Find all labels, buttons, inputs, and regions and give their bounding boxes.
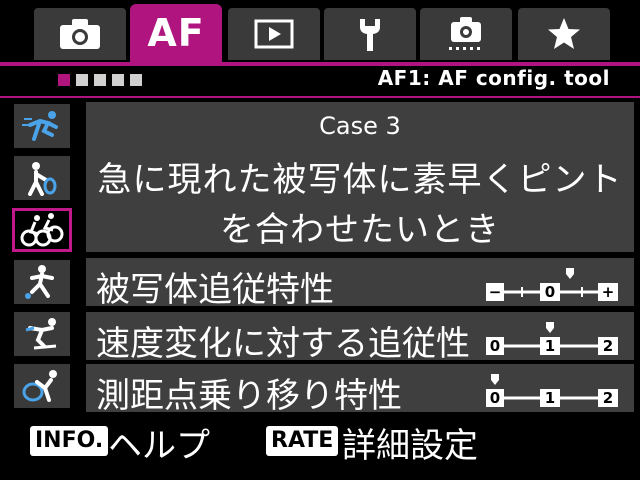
wrench-icon — [360, 19, 380, 51]
custom-camera-icon — [449, 17, 481, 50]
scale-label-max: 2 — [603, 389, 613, 407]
page-dot-1 — [58, 74, 70, 86]
case-item-2[interactable] — [14, 156, 70, 200]
skier-icon — [25, 318, 57, 350]
tab-shooting[interactable] — [34, 8, 126, 60]
page-dot-5 — [130, 74, 142, 86]
page-indicator — [58, 74, 142, 86]
subheader-divider — [0, 96, 640, 98]
param-af-pt-auto-switching[interactable]: 測距点乗り移り特性 0 1 2 — [86, 364, 634, 416]
info-button-badge[interactable]: INFO. — [30, 426, 109, 456]
play-icon — [254, 19, 294, 49]
tab-my-menu[interactable] — [518, 8, 610, 60]
tennis-player-icon — [28, 162, 57, 196]
accel-decel-tracking-scale: 0 1 2 — [486, 322, 618, 355]
soccer-player-icon — [25, 265, 54, 299]
camera-icon — [60, 19, 100, 49]
tab-af-label: AF — [147, 11, 205, 55]
page-dot-3 — [94, 74, 106, 86]
case-description-line-2: を合わせたいとき — [220, 210, 500, 250]
detail-settings-label: 詳細設定 — [342, 426, 478, 466]
param-label: 被写体追従特性 — [96, 270, 334, 310]
page-dot-4 — [112, 74, 124, 86]
value-marker — [566, 268, 574, 279]
scale-label-mid: 0 — [545, 283, 555, 301]
scale-label-min: 0 — [490, 337, 500, 355]
param-label: 速度変化に対する追従性 — [96, 324, 470, 364]
scale-label-max: 2 — [603, 337, 613, 355]
cyclists-icon — [20, 213, 64, 247]
param-tracking-sensitivity[interactable]: 被写体追従特性 − 0 + — [86, 258, 634, 310]
param-accel-decel-tracking[interactable]: 速度変化に対する追従性 0 1 2 — [86, 312, 634, 364]
case-name: Case 3 — [319, 112, 401, 140]
value-marker — [491, 374, 499, 385]
case-list — [12, 104, 74, 416]
tab-playback[interactable] — [228, 8, 320, 60]
case-item-4[interactable] — [14, 260, 70, 304]
tab-setup[interactable] — [324, 8, 416, 60]
case-item-6[interactable] — [14, 364, 70, 408]
menu-tab-bar: AF — [0, 0, 640, 66]
tab-custom-functions[interactable] — [420, 8, 512, 60]
rate-button-badge[interactable]: RATE — [266, 426, 339, 456]
case-description-line-1: 急に現れた被写体に素早くピント — [97, 160, 623, 200]
case-item-3[interactable] — [12, 208, 72, 252]
star-icon — [548, 18, 580, 49]
value-marker — [546, 322, 554, 333]
footer: INFO. ヘルプ RATE 詳細設定 — [0, 418, 640, 470]
help-label: ヘルプ — [108, 426, 210, 466]
case-item-1[interactable] — [14, 104, 70, 148]
scale-label-mid: 1 — [545, 337, 555, 355]
gymnast-icon — [22, 370, 57, 402]
runner-icon — [22, 111, 58, 141]
tracking-sensitivity-scale: − 0 + — [486, 268, 618, 301]
scale-label-min: 0 — [490, 389, 500, 407]
case-item-5[interactable] — [14, 312, 70, 356]
af-pt-auto-switching-scale: 0 1 2 — [486, 374, 618, 407]
scale-label-max: + — [602, 283, 615, 301]
tab-af[interactable]: AF — [130, 4, 222, 62]
page-title: AF1: AF config. tool — [377, 66, 610, 90]
page-dot-2 — [76, 74, 88, 86]
param-label: 測距点乗り移り特性 — [96, 376, 402, 416]
scale-label-mid: 1 — [545, 389, 555, 407]
case-description: Case 3 急に現れた被写体に素早くピント を合わせたいとき — [86, 102, 634, 252]
scale-label-min: − — [489, 283, 502, 301]
sub-header: AF1: AF config. tool — [0, 66, 640, 96]
